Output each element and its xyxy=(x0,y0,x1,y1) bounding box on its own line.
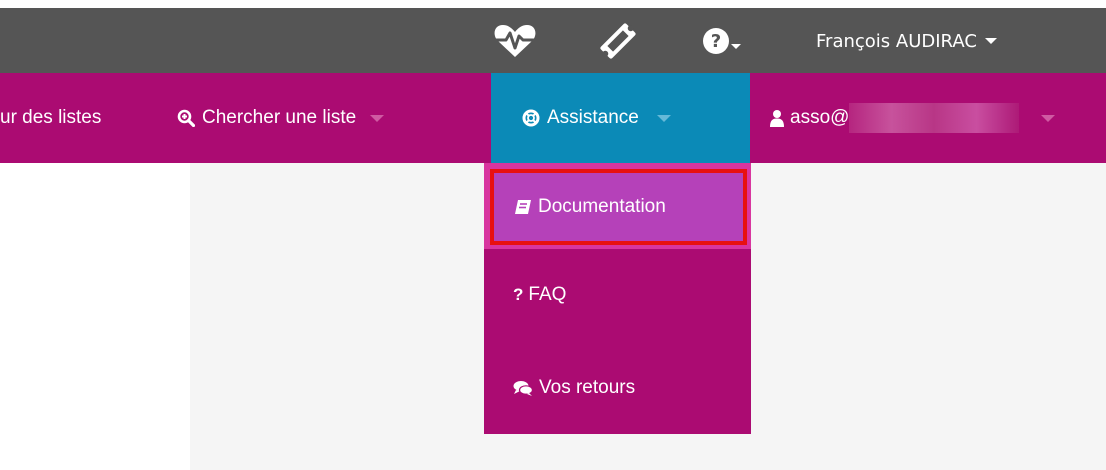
svg-text:?: ? xyxy=(711,31,721,52)
highlight-box: Documentation xyxy=(490,169,747,245)
question-icon: ? xyxy=(513,285,524,304)
nav-item-account[interactable]: asso@ xyxy=(770,73,1056,163)
book-icon xyxy=(514,199,532,215)
chevron-down-icon xyxy=(656,114,671,122)
account-email: asso@ xyxy=(790,107,850,128)
heartbeat-icon[interactable] xyxy=(492,23,538,59)
redacted-email xyxy=(849,103,1020,133)
chevron-down-icon xyxy=(370,114,385,122)
help-icon[interactable]: ? xyxy=(702,23,742,59)
life-ring-icon xyxy=(522,109,540,127)
nav-item-assistance[interactable]: Assistance xyxy=(491,73,750,163)
user-menu[interactable]: François AUDIRAC xyxy=(816,28,997,54)
user-name: François AUDIRAC xyxy=(816,30,977,52)
main-navbar: ur des listes Chercher une liste Assista… xyxy=(0,73,1106,163)
assistance-dropdown-menu: Documentation ? FAQ Vos retours xyxy=(484,163,751,434)
ticket-icon[interactable] xyxy=(596,23,640,59)
user-icon xyxy=(770,109,784,127)
menu-item-label: Vos retours xyxy=(539,376,636,398)
menu-item-faq[interactable]: ? FAQ xyxy=(484,249,751,341)
nav-item-label: Assistance xyxy=(547,107,639,128)
menu-item-label: FAQ xyxy=(528,284,567,305)
menu-item-label: Documentation xyxy=(538,196,666,217)
nav-item-label: Chercher une liste xyxy=(202,107,357,128)
top-bar: ? François AUDIRAC xyxy=(0,8,1106,73)
menu-item-feedback[interactable]: Vos retours xyxy=(484,341,751,434)
chevron-down-icon xyxy=(1041,114,1056,122)
comments-icon xyxy=(513,380,533,396)
search-plus-icon xyxy=(177,109,195,127)
nav-item-label: ur des listes xyxy=(0,107,102,128)
menu-item-documentation[interactable]: Documentation xyxy=(484,163,751,249)
chevron-down-icon xyxy=(984,38,997,44)
nav-item-search-list[interactable]: Chercher une liste xyxy=(177,73,385,163)
nav-item-lists[interactable]: ur des listes xyxy=(0,73,101,163)
